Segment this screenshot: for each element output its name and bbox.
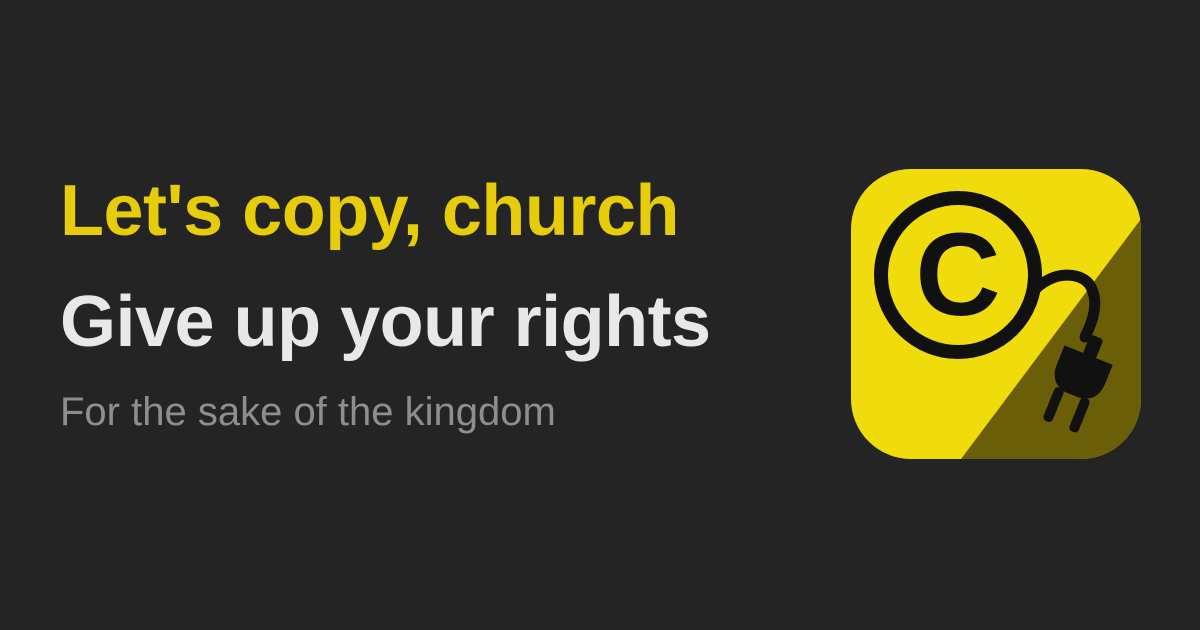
app-logo: C (851, 169, 1141, 459)
copyright-glyph: C (915, 209, 1000, 341)
copyright-unplugged-icon: C (851, 169, 1141, 459)
headline-secondary: Give up your rights (60, 282, 711, 362)
hero-text: Let's copy, church Give up your rights F… (60, 168, 820, 436)
headline-primary: Let's copy, church (60, 171, 679, 251)
tagline: For the sake of the kingdom (60, 390, 556, 434)
